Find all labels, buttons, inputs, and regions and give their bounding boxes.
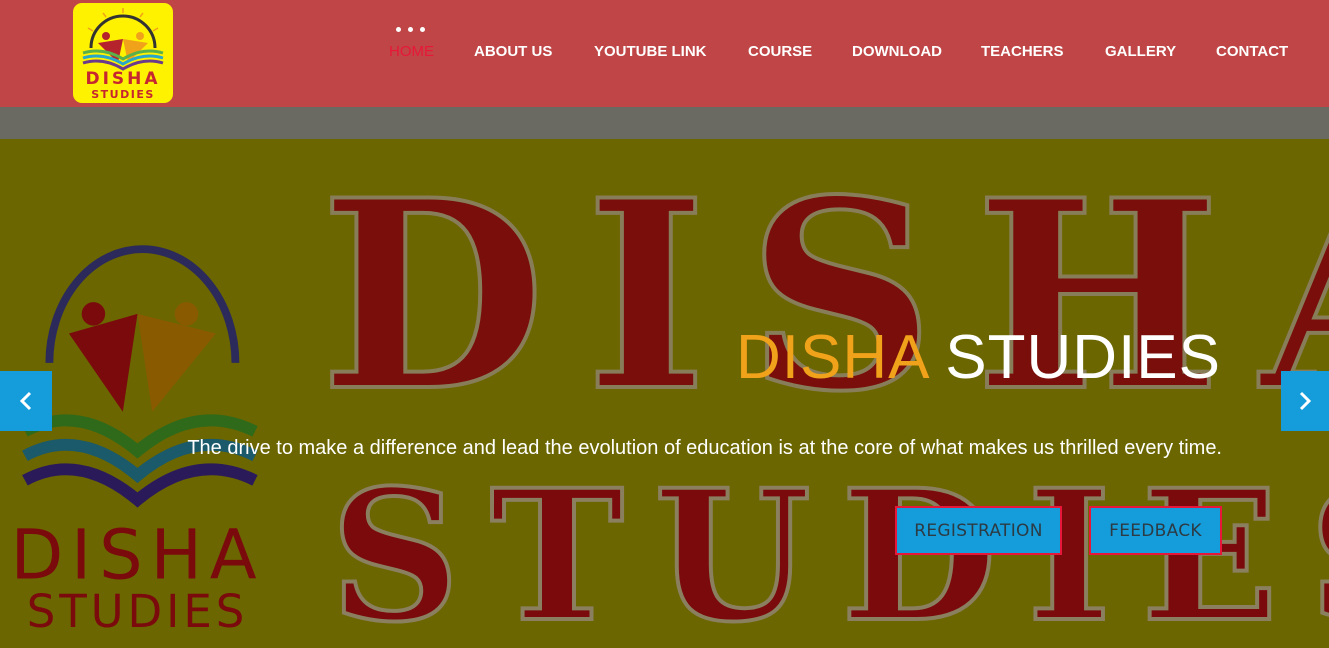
- hero-title: DISHA STUDIES: [736, 322, 1221, 394]
- hero-title-rest: STUDIES: [927, 323, 1221, 392]
- next-slide-button[interactable]: [1281, 371, 1329, 431]
- background-strip: [0, 107, 1329, 139]
- chevron-left-icon: [19, 391, 32, 411]
- logo-text-line1: DISHA: [85, 69, 160, 89]
- background-text-line2: STUDIES: [328, 451, 1329, 648]
- hero-subtitle: The drive to make a difference and lead …: [187, 437, 1222, 459]
- nav-gallery[interactable]: GALLERY: [1105, 43, 1176, 60]
- nav-home[interactable]: HOME: [389, 43, 434, 60]
- nav-youtube-link[interactable]: YOUTUBE LINK: [594, 43, 707, 60]
- nav-download[interactable]: DOWNLOAD: [852, 43, 942, 60]
- main-nav: HOME ABOUT US YOUTUBE LINK COURSE DOWNLO…: [0, 43, 1329, 63]
- hero-slider: DISHA STUDIES DISHA STUDIES DISHA STUDIE…: [0, 107, 1329, 648]
- nav-course[interactable]: COURSE: [748, 43, 812, 60]
- svg-text:DISHA: DISHA: [10, 515, 264, 595]
- hero-title-accent: DISHA: [736, 323, 928, 392]
- logo-text-line2: STUDIES: [91, 88, 155, 101]
- prev-slide-button[interactable]: [0, 371, 52, 431]
- feedback-button[interactable]: FEEDBACK: [1089, 506, 1222, 555]
- nav-contact[interactable]: CONTACT: [1216, 43, 1288, 60]
- nav-about-us[interactable]: ABOUT US: [474, 43, 552, 60]
- nav-teachers[interactable]: TEACHERS: [981, 43, 1064, 60]
- header: DISHA STUDIES HOME ABOUT US YOUTUBE LINK…: [0, 0, 1329, 107]
- dots-icon: [396, 27, 428, 33]
- chevron-right-icon: [1299, 391, 1312, 411]
- svg-text:STUDIES: STUDIES: [27, 585, 248, 637]
- registration-button[interactable]: REGISTRATION: [895, 506, 1062, 555]
